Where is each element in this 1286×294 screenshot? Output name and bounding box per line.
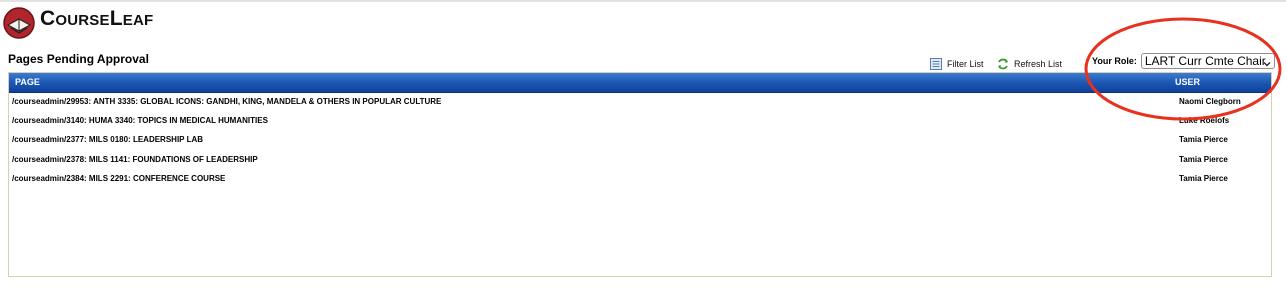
table-row[interactable]: /courseadmin/2384: MILS 2291: CONFERENCE… [9, 170, 1271, 189]
page-title: Pages Pending Approval [8, 52, 149, 66]
filter-list-button[interactable]: Filter List [930, 58, 984, 70]
top-border [0, 0, 1286, 2]
role-selected-value: LART Curr Cmte Chair [1144, 54, 1266, 68]
row-page-link[interactable]: /courseadmin/3140: HUMA 3340: TOPICS IN … [12, 116, 268, 125]
table-row[interactable]: /courseadmin/29953: ANTH 3335: GLOBAL IC… [9, 93, 1271, 112]
pending-pages-table: PAGE USER /courseadmin/29953: ANTH 3335:… [8, 72, 1272, 277]
refresh-list-label: Refresh List [1014, 59, 1063, 69]
column-header-user: USER [1175, 77, 1201, 87]
role-dropdown[interactable]: LART Curr Cmte Chair [1140, 53, 1275, 69]
table-row[interactable]: /courseadmin/2377: MILS 0180: LEADERSHIP… [9, 131, 1271, 150]
table-header: PAGE USER [9, 73, 1271, 93]
row-user: Tamia Pierce [1179, 173, 1228, 183]
courseleaf-logo-icon [3, 6, 35, 40]
column-header-page: PAGE [15, 77, 40, 87]
chevron-down-icon [1263, 57, 1271, 68]
row-page-link[interactable]: /courseadmin/2377: MILS 0180: LEADERSHIP… [12, 135, 203, 144]
refresh-list-button[interactable]: Refresh List [997, 58, 1062, 70]
role-selector: Your Role: LART Curr Cmte Chair [1092, 53, 1275, 69]
row-page-link[interactable]: /courseadmin/2384: MILS 2291: CONFERENCE… [12, 174, 225, 183]
table-row[interactable]: /courseadmin/2378: MILS 1141: FOUNDATION… [9, 151, 1271, 170]
row-page-link[interactable]: /courseadmin/2378: MILS 1141: FOUNDATION… [12, 155, 258, 164]
row-user: Naomi Clegborn [1179, 97, 1241, 106]
filter-list-label: Filter List [947, 59, 984, 69]
row-user: Tamia Pierce [1179, 135, 1228, 145]
filter-list-icon [930, 58, 942, 70]
row-user: Luke Roelofs [1179, 116, 1230, 126]
role-label: Your Role: [1092, 56, 1137, 66]
table-row[interactable]: /courseadmin/3140: HUMA 3340: TOPICS IN … [9, 112, 1271, 131]
row-user: Tamia Pierce [1179, 154, 1228, 164]
row-page-link[interactable]: /courseadmin/29953: ANTH 3335: GLOBAL IC… [12, 97, 441, 106]
app-logo-text: CourseLeaf [40, 7, 154, 30]
refresh-list-icon [997, 58, 1009, 70]
